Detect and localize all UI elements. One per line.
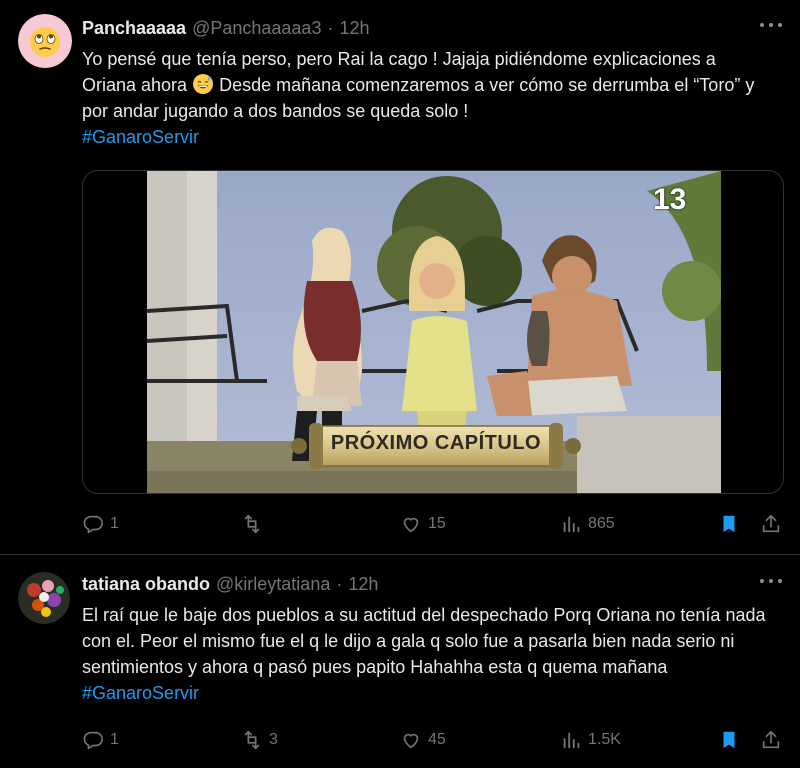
separator-dot: · — [336, 573, 343, 594]
like-button[interactable]: 15 — [400, 510, 446, 538]
tweet-text-part: El raí que le baje dos pueblos a su acti… — [82, 605, 766, 677]
flowers-avatar — [18, 572, 70, 624]
reply-button[interactable]: 1 — [82, 726, 119, 754]
views-button[interactable]: 865 — [560, 510, 615, 538]
views-button[interactable]: 1.5K — [560, 726, 621, 754]
share-icon — [762, 514, 780, 533]
channel-logo: 13 — [653, 183, 687, 216]
reply-count: 1 — [110, 731, 119, 748]
display-name[interactable]: tatiana obando — [82, 574, 210, 595]
views-count: 865 — [588, 515, 615, 532]
tweet[interactable]: Panchaaaaa @Panchaaaaa3 · 12h Yo pensé q… — [0, 0, 800, 555]
user-handle[interactable]: @kirleytatiana — [216, 574, 330, 595]
hashtag-link[interactable]: #GanaroServir — [82, 683, 199, 703]
tweet-header: Panchaaaaa @Panchaaaaa3 · 12h — [82, 16, 370, 40]
reply-icon — [83, 515, 103, 534]
hashtag-link[interactable]: #GanaroServir — [82, 127, 199, 147]
reply-button[interactable]: 1 — [82, 510, 119, 538]
retweet-button[interactable]: 3 — [241, 726, 278, 754]
tweet-header: tatiana obando @kirleytatiana · 12h — [82, 572, 378, 596]
timestamp[interactable]: 12h — [348, 574, 378, 595]
reply-icon — [83, 731, 103, 750]
share-button[interactable] — [760, 726, 782, 754]
tweet-text: Yo pensé que tenía perso, pero Rai la ca… — [82, 46, 772, 150]
action-bar: 1 3 45 1.5K — [82, 726, 782, 754]
more-icon[interactable] — [760, 20, 782, 30]
like-icon — [403, 733, 419, 749]
emoji-rolling-eyes-avatar — [18, 14, 72, 68]
tweet[interactable]: tatiana obando @kirleytatiana · 12h El r… — [0, 556, 800, 768]
media-image[interactable]: PRÓXIMO CAPÍTULO 13 — [82, 170, 784, 494]
bookmark-icon — [723, 731, 735, 749]
retweet-icon — [244, 730, 260, 750]
tweet-divider — [0, 554, 800, 555]
avatar[interactable] — [18, 572, 70, 624]
more-icon[interactable] — [760, 576, 782, 586]
video-still: PRÓXIMO CAPÍTULO 13 — [147, 171, 721, 493]
views-count: 1.5K — [588, 731, 621, 748]
banner-text: PRÓXIMO CAPÍTULO — [330, 432, 542, 454]
avatar[interactable] — [18, 14, 72, 68]
display-name[interactable]: Panchaaaaa — [82, 18, 186, 39]
action-bar: 1 15 865 — [82, 510, 782, 538]
retweet-count: 3 — [269, 731, 278, 748]
like-button[interactable]: 45 — [400, 726, 446, 754]
like-count: 15 — [428, 515, 446, 532]
share-icon — [762, 730, 780, 749]
retweet-icon — [244, 514, 260, 534]
bookmark-icon — [723, 515, 735, 533]
retweet-button[interactable] — [241, 510, 269, 538]
like-count: 45 — [428, 731, 446, 748]
reply-count: 1 — [110, 515, 119, 532]
tweet-text: El raí que le baje dos pueblos a su acti… — [82, 602, 772, 706]
separator-dot: · — [327, 17, 334, 38]
emoji-sweat-smile — [193, 74, 214, 94]
timestamp[interactable]: 12h — [339, 18, 369, 39]
bookmark-button[interactable] — [718, 510, 740, 538]
bookmark-button[interactable] — [718, 726, 740, 754]
views-icon — [563, 516, 580, 533]
like-icon — [403, 517, 419, 533]
user-handle[interactable]: @Panchaaaaa3 — [192, 18, 321, 39]
views-icon — [563, 732, 580, 749]
share-button[interactable] — [760, 510, 782, 538]
